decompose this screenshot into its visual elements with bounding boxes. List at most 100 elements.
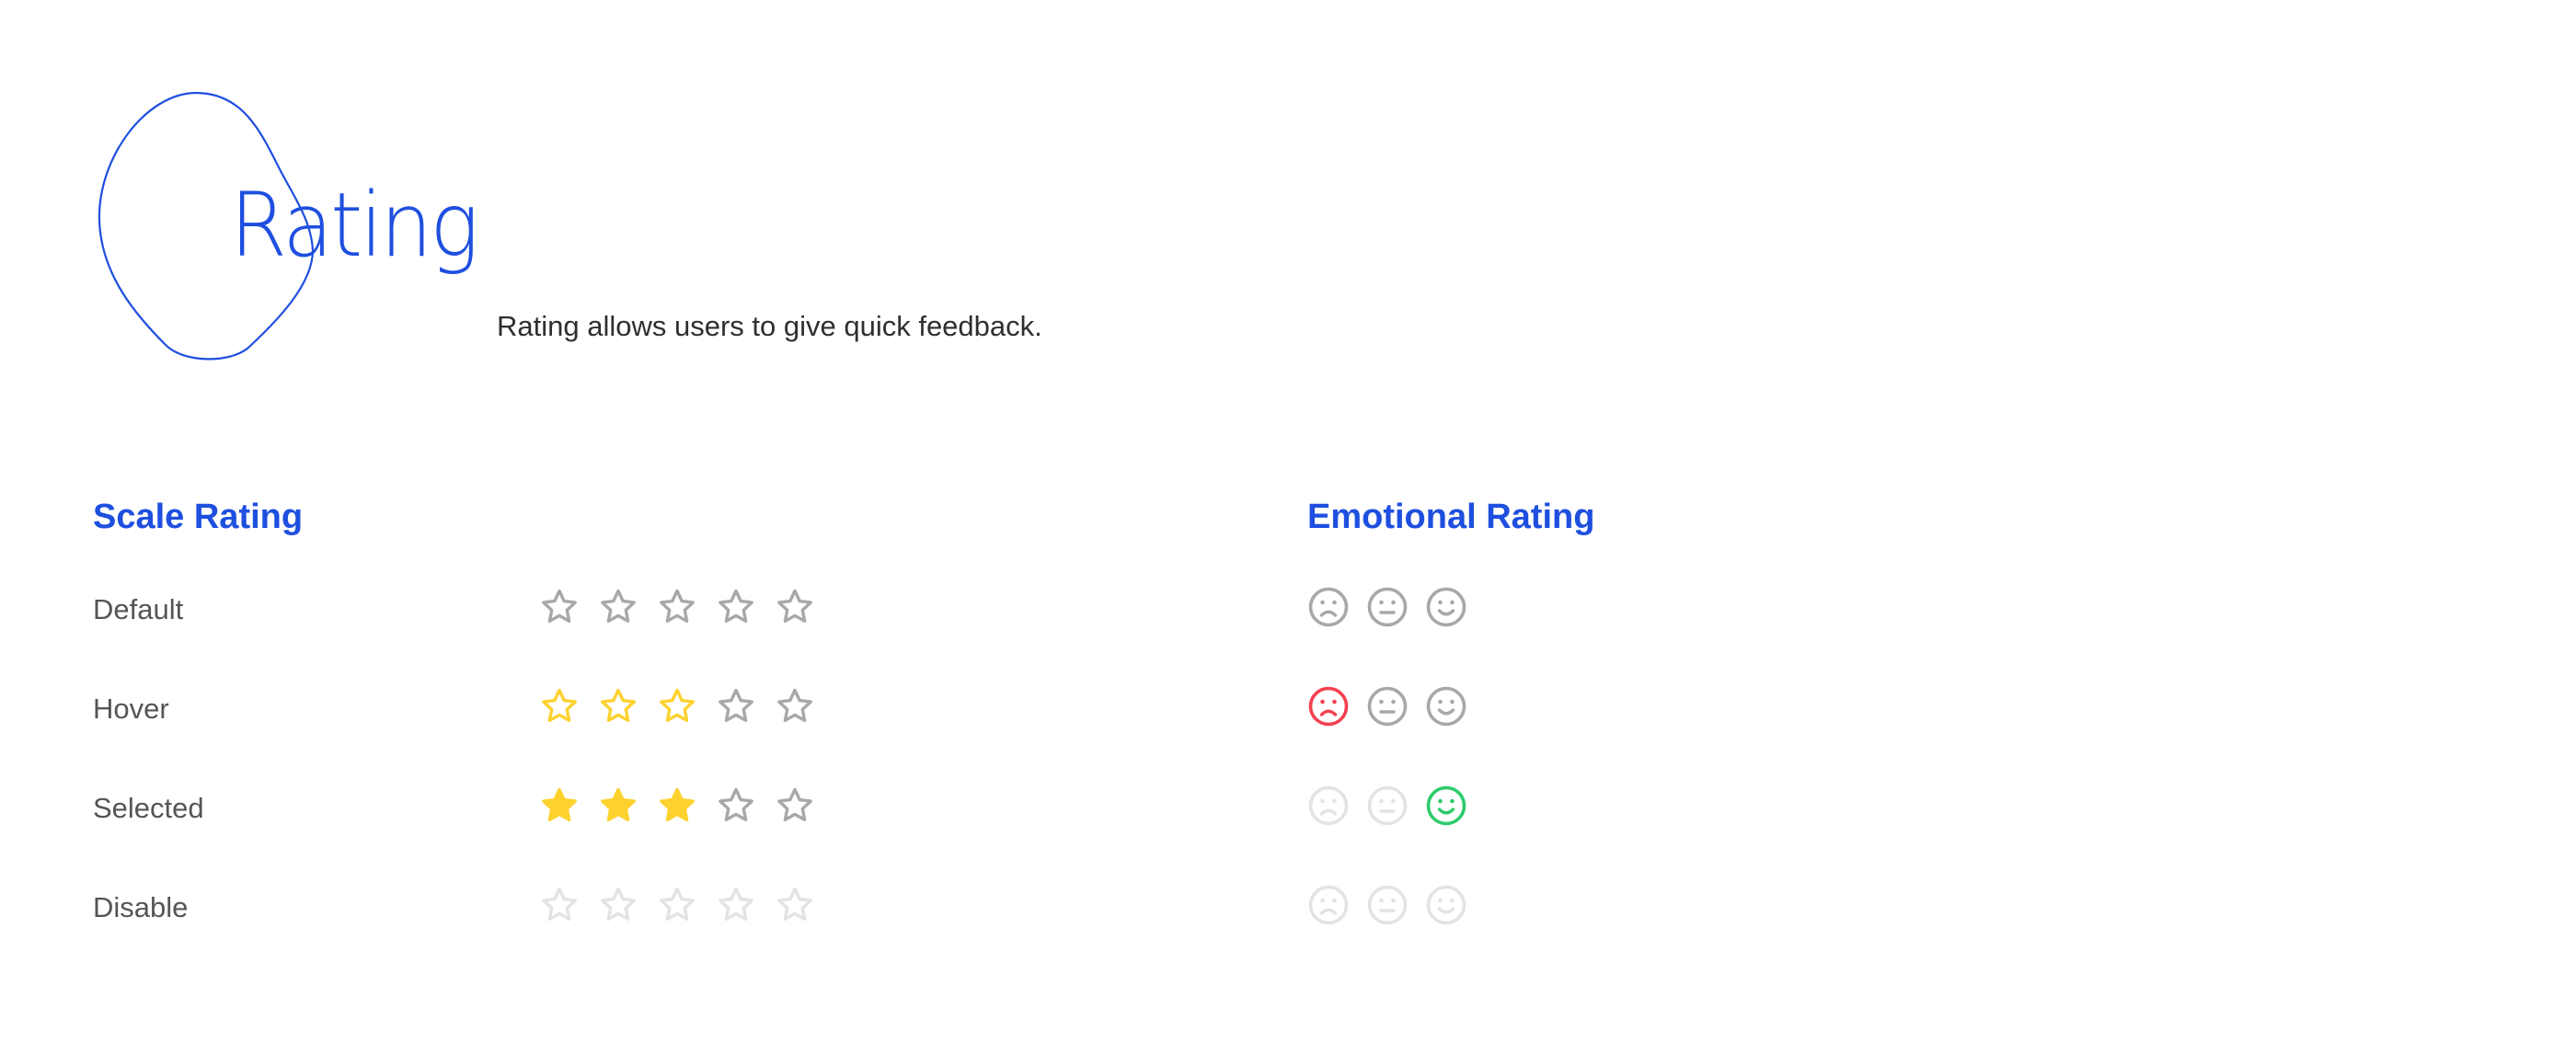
star-shape xyxy=(777,887,812,921)
face-part xyxy=(1367,587,1408,627)
row-label-selected: Selected xyxy=(93,792,204,824)
star-outline-icon[interactable] xyxy=(539,587,580,627)
star-outline-icon[interactable] xyxy=(716,587,756,627)
star-shape xyxy=(777,787,812,821)
face-part xyxy=(1308,885,1349,925)
face-part xyxy=(1379,798,1384,804)
star-outline-icon[interactable] xyxy=(775,686,815,727)
emotion-rating-default xyxy=(1308,587,1466,627)
star-shape xyxy=(777,589,812,623)
face-part xyxy=(1426,785,1466,826)
star-shape xyxy=(601,887,636,921)
sad-face-icon[interactable] xyxy=(1308,587,1349,627)
star-outline-icon xyxy=(660,887,695,921)
star-outline-icon[interactable] xyxy=(657,587,697,627)
star-rating-selected xyxy=(539,785,815,826)
emotion-rating-disabled xyxy=(1308,885,1466,925)
page-description: Rating allows users to give quick feedba… xyxy=(497,310,1042,342)
star-filled-icon[interactable] xyxy=(539,785,580,826)
star-outline-icon[interactable] xyxy=(657,686,697,727)
row-label-hover: Hover xyxy=(93,693,169,725)
face-part xyxy=(1438,798,1443,804)
star-rating-default xyxy=(539,587,815,627)
face-part xyxy=(1308,686,1349,727)
emotional-rating-heading: Emotional Rating xyxy=(1307,498,1595,536)
decorative-blob xyxy=(98,91,315,361)
face-part xyxy=(1319,808,1338,816)
happy-face-icon[interactable] xyxy=(1426,587,1466,627)
face-part xyxy=(1450,699,1455,705)
face-part xyxy=(1379,600,1384,605)
star-outline-icon[interactable] xyxy=(716,686,756,727)
star-outline-icon[interactable] xyxy=(598,686,638,727)
face-part xyxy=(1426,885,1466,925)
star-outline-icon[interactable] xyxy=(775,587,815,627)
face-part xyxy=(1438,699,1443,705)
star-shape xyxy=(719,589,753,623)
page-title: Rating xyxy=(230,174,479,277)
happy-face-icon[interactable] xyxy=(1426,785,1466,826)
face-part xyxy=(1320,898,1325,903)
neutral-face-icon[interactable] xyxy=(1367,587,1408,627)
face-part xyxy=(1437,609,1455,616)
face-part xyxy=(1308,785,1349,826)
neutral-face-icon[interactable] xyxy=(1367,686,1408,727)
face-part xyxy=(1379,699,1384,705)
happy-face-icon xyxy=(1426,885,1466,925)
star-outline-icon[interactable] xyxy=(775,785,815,826)
face-part xyxy=(1319,610,1338,617)
row-label-disable: Disable xyxy=(93,891,189,923)
face-part xyxy=(1450,600,1455,605)
face-part xyxy=(1426,587,1466,627)
star-shape xyxy=(777,688,812,722)
star-outline-icon[interactable] xyxy=(598,587,638,627)
face-part xyxy=(1391,600,1396,605)
star-shape xyxy=(542,787,577,821)
star-filled-icon[interactable] xyxy=(598,785,638,826)
sad-face-icon[interactable] xyxy=(1308,686,1349,727)
emotion-rating-hover xyxy=(1308,686,1466,727)
face-part xyxy=(1450,898,1455,903)
face-part xyxy=(1319,908,1338,915)
star-shape xyxy=(719,787,753,821)
face-part xyxy=(1367,885,1408,925)
star-shape xyxy=(601,688,636,722)
star-shape xyxy=(601,787,636,821)
face-part xyxy=(1319,709,1338,716)
face-part xyxy=(1391,798,1396,804)
face-part xyxy=(1308,587,1349,627)
star-outline-icon[interactable] xyxy=(716,785,756,826)
face-part xyxy=(1332,898,1337,903)
star-shape xyxy=(542,688,577,722)
face-part xyxy=(1332,699,1337,705)
face-part xyxy=(1320,699,1325,705)
face-part xyxy=(1332,600,1337,605)
scale-rating-heading: Scale Rating xyxy=(93,498,304,536)
face-part xyxy=(1437,808,1455,815)
star-filled-icon[interactable] xyxy=(657,785,697,826)
star-shape xyxy=(660,887,695,921)
row-label-default: Default xyxy=(93,593,184,625)
face-part xyxy=(1320,798,1325,804)
face-part xyxy=(1438,600,1443,605)
face-part xyxy=(1367,785,1408,826)
star-shape xyxy=(660,589,695,623)
face-part xyxy=(1450,798,1455,804)
neutral-face-icon xyxy=(1367,885,1408,925)
face-part xyxy=(1332,798,1337,804)
face-part xyxy=(1438,898,1443,903)
star-shape xyxy=(660,787,695,821)
sad-face-icon xyxy=(1308,885,1349,925)
face-part xyxy=(1426,686,1466,727)
star-outline-icon xyxy=(542,887,577,921)
star-outline-icon[interactable] xyxy=(539,686,580,727)
face-part xyxy=(1379,898,1384,903)
face-part xyxy=(1437,708,1455,716)
star-shape xyxy=(660,688,695,722)
face-part xyxy=(1320,600,1325,605)
happy-face-icon[interactable] xyxy=(1426,686,1466,727)
face-part xyxy=(1391,898,1396,903)
face-part xyxy=(1391,699,1396,705)
sad-face-icon[interactable] xyxy=(1308,785,1349,826)
neutral-face-icon[interactable] xyxy=(1367,785,1408,826)
